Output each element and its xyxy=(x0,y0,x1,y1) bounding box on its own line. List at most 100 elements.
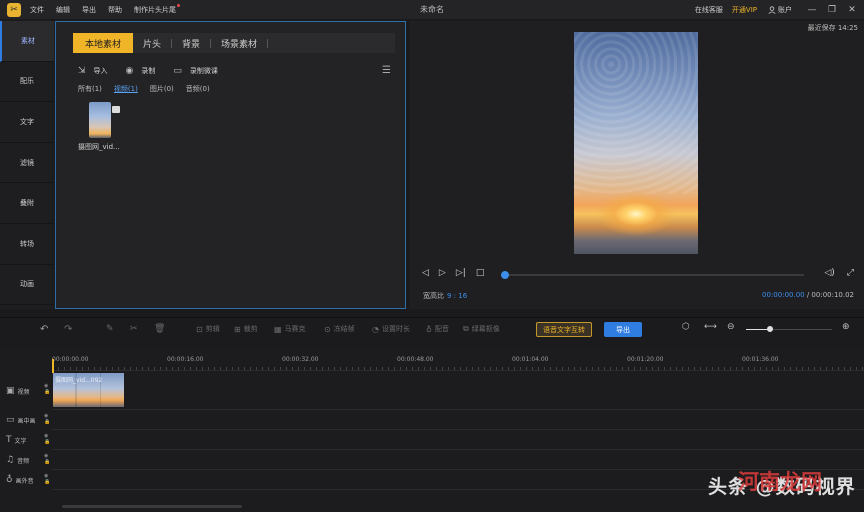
vip-link[interactable]: 开通VIP xyxy=(732,5,757,15)
video-clip[interactable]: 摄图网_vid...092 xyxy=(53,373,124,407)
menu-edit[interactable]: 编辑 xyxy=(56,5,70,15)
playback-progress-knob[interactable] xyxy=(501,271,509,279)
export-button[interactable]: 导出 xyxy=(604,322,642,337)
restore-button[interactable]: ❐ xyxy=(824,2,840,18)
scissors-icon[interactable]: ✂ xyxy=(130,324,138,334)
record-lesson-button[interactable]: ▭ 录制微课 xyxy=(173,66,218,76)
volume-icon[interactable]: ◁) xyxy=(824,268,834,278)
tick-label: 00:00:16.00 xyxy=(167,356,204,363)
menu-file[interactable]: 文件 xyxy=(30,5,44,15)
tick-label: 00:01:36.00 xyxy=(742,356,779,363)
import-icon: ⇲ xyxy=(78,66,86,76)
track-visibility-icon[interactable]: ◉ 🔒 xyxy=(44,473,50,485)
freeze-frame-button[interactable]: ⊙ 冻结帧 xyxy=(324,324,355,334)
track-visibility-icon[interactable]: ◉ 🔒 xyxy=(44,383,50,395)
delete-icon[interactable]: 🗑 xyxy=(154,324,165,334)
set-duration-label: 设置时长 xyxy=(381,325,410,333)
sidebar-item-transitions[interactable]: 转场 xyxy=(0,224,54,265)
trim-button[interactable]: ⊡ 剪辑 xyxy=(196,324,220,334)
mosaic-icon: ▦ xyxy=(274,324,282,334)
zoom-slider-knob[interactable] xyxy=(767,326,773,332)
tab-local-assets[interactable]: 本地素材 xyxy=(73,33,134,53)
tab-scene-assets[interactable]: 场景素材 xyxy=(211,33,267,53)
undo-icon[interactable]: ↶ xyxy=(40,324,48,335)
clock-icon: ◔ xyxy=(372,324,379,334)
import-button[interactable]: ⇲ 导入 xyxy=(78,66,108,76)
green-screen-button[interactable]: ⧉ 绿幕抠像 xyxy=(463,324,500,334)
filter-all[interactable]: 所有(1) xyxy=(78,84,102,94)
preview-panel: 最近保存 14:25 ◁ ▷ ▷| □ ◁) ⤢ 宽高比 9 : 16 00:00… xyxy=(410,21,864,309)
aspect-ratio[interactable]: 宽高比 9 : 16 xyxy=(423,291,467,301)
tick-label: 00:01:04.00 xyxy=(512,356,549,363)
account-button[interactable]: 账户 xyxy=(768,5,792,15)
sidebar-item-assets[interactable]: 素材 xyxy=(0,21,54,62)
playback-progress-track[interactable] xyxy=(502,274,804,276)
zoom-slider-fill xyxy=(746,329,769,330)
online-help-link[interactable]: 在线客服 xyxy=(695,5,723,15)
prev-frame-button[interactable]: ◁ xyxy=(422,268,429,278)
track-label-voiceover-text: 画外音 xyxy=(15,477,34,485)
tab-background[interactable]: 背景 xyxy=(172,33,210,53)
sidebar-item-animation[interactable]: 动画 xyxy=(0,265,54,306)
crop-label: 裁剪 xyxy=(243,325,258,333)
trim-label: 剪辑 xyxy=(205,325,220,333)
track-visibility-icon[interactable]: ◉ 🔒 xyxy=(44,433,50,445)
record-button[interactable]: ◉ 录制 xyxy=(126,66,156,76)
video-preview xyxy=(574,32,698,254)
track-visibility-icon[interactable]: ◉ 🔒 xyxy=(44,453,50,465)
app-logo: ✂ xyxy=(7,2,21,17)
green-screen-icon: ⧉ xyxy=(463,324,469,333)
tick-label: 00:00:00.00 xyxy=(52,356,89,363)
playhead[interactable] xyxy=(52,359,54,373)
mosaic-label: 马赛克 xyxy=(284,325,306,333)
record-icon: ◉ xyxy=(125,66,134,76)
sidebar-item-filters[interactable]: 滤镜 xyxy=(0,143,54,184)
tick-label: 00:00:48.00 xyxy=(397,356,434,363)
tick-label: 00:01:20.00 xyxy=(627,356,664,363)
redo-icon[interactable]: ↷ xyxy=(64,324,72,335)
pen-icon[interactable]: ✎ xyxy=(106,324,114,334)
fit-timeline-icon[interactable]: ⟷ xyxy=(704,322,717,332)
timecode: 00:00:00.00 / 00:00:10.02 xyxy=(762,291,854,299)
marker-icon[interactable]: ⬡ xyxy=(682,322,690,332)
sidebar-item-overlay[interactable]: 叠附 xyxy=(0,183,54,224)
voiceover-button[interactable]: ♁ 配音 xyxy=(426,324,449,334)
media-file-name: 摄图网_vid... xyxy=(78,143,120,151)
speech-text-convert-button[interactable]: 语音文字互转 xyxy=(536,322,592,337)
filter-audio[interactable]: 音频(0) xyxy=(186,84,210,94)
mosaic-button[interactable]: ▦ 马赛克 xyxy=(274,324,306,334)
text-track[interactable] xyxy=(52,430,864,450)
menu-intro-outro[interactable]: 制作片头片尾 xyxy=(134,3,180,15)
sidebar-item-text[interactable]: 文字 xyxy=(0,102,54,143)
minimize-button[interactable]: — xyxy=(804,2,820,18)
set-duration-button[interactable]: ◔ 设置时长 xyxy=(372,324,410,334)
list-view-icon[interactable]: ☰ xyxy=(382,65,391,76)
zoom-out-icon[interactable]: ⊖ xyxy=(727,322,735,332)
sidebar-item-music[interactable]: 配乐 xyxy=(0,62,54,103)
tab-divider xyxy=(267,38,269,48)
menu-export[interactable]: 导出 xyxy=(82,5,96,15)
zoom-in-icon[interactable]: ⊕ xyxy=(842,322,850,332)
record-label: 录制 xyxy=(141,67,156,75)
close-button[interactable]: ✕ xyxy=(844,2,860,18)
pip-track[interactable] xyxy=(52,410,864,430)
track-visibility-icon[interactable]: ◉ 🔒 xyxy=(44,413,50,425)
video-clip-label: 摄图网_vid...092 xyxy=(55,377,103,384)
media-thumbnail[interactable] xyxy=(89,102,111,138)
video-track[interactable] xyxy=(52,372,864,410)
timeline-scrollbar[interactable] xyxy=(62,505,242,508)
filter-video[interactable]: 视频(1) xyxy=(114,84,138,94)
stop-button[interactable]: □ xyxy=(476,268,485,278)
track-label-video-text: 视频 xyxy=(17,388,30,396)
play-button[interactable]: ▷ xyxy=(439,268,446,278)
microphone-track-icon: ♁ xyxy=(6,475,13,485)
crop-button[interactable]: ⊞ 裁剪 xyxy=(234,324,258,334)
freeze-icon: ⊙ xyxy=(324,324,331,334)
new-dot xyxy=(177,3,180,7)
next-frame-button[interactable]: ▷| xyxy=(456,268,466,278)
trim-icon: ⊡ xyxy=(196,324,203,334)
filter-image[interactable]: 图片(0) xyxy=(150,84,174,94)
fullscreen-icon[interactable]: ⤢ xyxy=(847,268,854,278)
tab-intro[interactable]: 片头 xyxy=(133,33,171,53)
menu-help[interactable]: 帮助 xyxy=(108,5,122,15)
